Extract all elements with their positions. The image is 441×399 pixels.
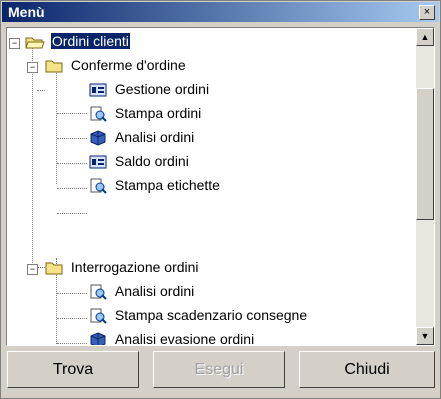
menu-tree: − Ordini clienti − Conferme d'ordine Ges… (7, 28, 407, 345)
tree-node-conferme-d-ordine[interactable]: Conferme d'ordine (45, 54, 186, 76)
cube-icon (89, 332, 107, 345)
menu-window: Menù × − Ordini clienti − Conferme d'ord… (0, 0, 441, 399)
tree-item-label: Stampa scadenzario consegne (114, 307, 308, 323)
print-preview-icon (89, 106, 107, 123)
scroll-thumb[interactable] (416, 88, 434, 220)
tree-item-analisi-ordini-2[interactable]: Analisi ordini (89, 280, 194, 302)
collapse-toggle-interrogazione-ordini[interactable]: − (27, 264, 38, 275)
close-button[interactable]: Chiudi (299, 351, 435, 388)
collapse-toggle-ordini-clienti[interactable]: − (9, 38, 20, 49)
print-preview-icon (89, 284, 107, 301)
tree-item-stampa-ordini[interactable]: Stampa ordini (89, 102, 201, 124)
tree-item-stampa-etichette[interactable]: Stampa etichette (89, 174, 220, 196)
cube-icon (89, 130, 107, 146)
title-bar: Menù × (2, 2, 439, 22)
tree-item-gestione-ordini[interactable]: Gestione ordini (89, 78, 209, 100)
folder-icon (45, 260, 63, 276)
tree-node-label: Interrogazione ordini (70, 259, 199, 275)
collapse-toggle-conferme-d-ordine[interactable]: − (27, 62, 38, 73)
print-preview-icon (89, 178, 107, 195)
tree-item-stampa-scadenzario-consegne[interactable]: Stampa scadenzario consegne (89, 304, 307, 326)
open-folder-icon (25, 34, 45, 50)
tree-item-label: Stampa etichette (114, 177, 220, 193)
tree-item-analisi-evasione-ordini[interactable]: Analisi evasione ordini (89, 328, 255, 346)
button-row: Trova Esegui Chiudi (1, 351, 440, 391)
menu-tree-panel: − Ordini clienti − Conferme d'ordine Ges… (6, 27, 435, 346)
tree-node-label: Conferme d'ordine (70, 57, 186, 73)
scroll-down-button[interactable]: ▼ (416, 327, 434, 345)
print-preview-icon (89, 308, 107, 325)
folder-icon (45, 58, 63, 74)
tree-item-label: Analisi ordini (114, 129, 195, 145)
tree-node-interrogazione-ordini[interactable]: Interrogazione ordini (45, 256, 199, 278)
close-window-button[interactable]: × (419, 5, 435, 20)
execute-button: Esegui (153, 351, 285, 388)
form-icon (89, 154, 107, 170)
tree-node-label: Ordini clienti (49, 32, 131, 50)
tree-item-saldo-ordini[interactable]: Saldo ordini (89, 150, 189, 172)
tree-item-label: Gestione ordini (114, 81, 210, 97)
tree-item-label: Saldo ordini (114, 153, 189, 169)
tree-item-analisi-ordini[interactable]: Analisi ordini (89, 126, 194, 148)
find-button[interactable]: Trova (7, 351, 139, 388)
vertical-scrollbar[interactable]: ▲ ▼ (416, 28, 434, 345)
tree-item-label: Analisi ordini (114, 283, 195, 299)
tree-item-label: Stampa ordini (114, 105, 202, 121)
form-icon (89, 82, 107, 98)
tree-item-label: Analisi evasione ordini (114, 331, 255, 346)
scroll-up-button[interactable]: ▲ (416, 28, 434, 46)
tree-node-ordini-clienti[interactable]: Ordini clienti (25, 30, 131, 52)
window-title: Menù (8, 4, 45, 20)
